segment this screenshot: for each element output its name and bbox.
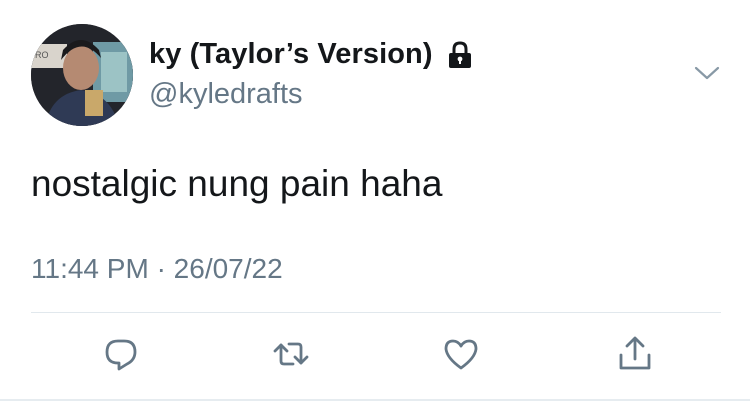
divider — [31, 312, 721, 313]
retweet-button[interactable] — [267, 330, 315, 378]
action-bar — [0, 330, 750, 380]
retweet-icon — [273, 342, 309, 366]
share-button[interactable] — [611, 330, 659, 378]
tweet-timestamp[interactable]: 11:44 PM · 26/07/22 — [31, 253, 283, 285]
profile-photo: RO — [31, 24, 133, 126]
tweet-time: 11:44 PM — [31, 253, 149, 284]
like-button[interactable] — [437, 330, 485, 378]
lock-icon — [448, 40, 471, 68]
reply-button[interactable] — [97, 330, 145, 378]
share-icon — [619, 336, 651, 370]
tweet-text: nostalgic nung pain haha — [31, 163, 443, 204]
tweet-date: 26/07/22 — [173, 253, 283, 284]
reply-icon — [105, 339, 137, 371]
chevron-down-icon[interactable] — [694, 64, 720, 82]
svg-text:RO: RO — [35, 50, 49, 60]
avatar[interactable]: RO — [31, 24, 133, 126]
timestamp-separator: · — [156, 253, 166, 284]
handle[interactable]: @kyledrafts — [149, 78, 303, 111]
display-name-text: ky (Taylor’s Version) — [149, 38, 433, 70]
display-name[interactable]: ky (Taylor’s Version) — [149, 38, 473, 71]
heart-icon — [444, 339, 478, 370]
tweet-card: RO ky (Taylor’s Version) @kyledrafts nos… — [0, 0, 750, 401]
